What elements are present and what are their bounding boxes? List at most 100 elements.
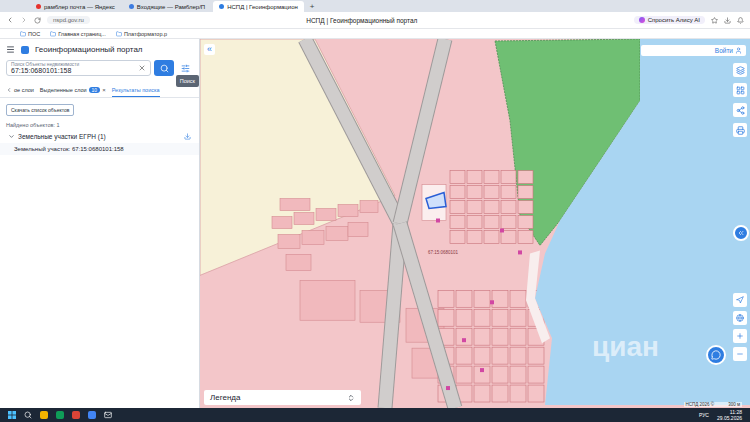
parcel[interactable] [474,347,490,364]
parcel[interactable] [467,216,482,229]
app-icon[interactable] [88,411,96,419]
parcel[interactable] [422,185,446,221]
chat-button[interactable] [706,345,726,365]
parcel[interactable] [484,216,499,229]
parcel[interactable] [501,186,516,199]
parcel[interactable] [510,290,526,307]
download-icon[interactable] [184,133,191,140]
parcel[interactable] [518,171,533,184]
url-field[interactable]: nspd.gov.ru [47,16,90,24]
parcel[interactable] [484,171,499,184]
search-icon[interactable] [24,411,32,419]
search-value[interactable]: 67:15:0680101:158 [11,67,138,74]
selected-parcel[interactable] [426,193,446,209]
parcel[interactable] [518,216,533,229]
parcel[interactable] [450,216,465,229]
locate-button[interactable] [733,293,747,307]
parcel[interactable] [456,347,472,364]
parcel[interactable] [492,309,508,326]
parcel[interactable] [338,205,358,217]
parcel[interactable] [286,254,311,270]
parcel[interactable] [456,328,472,345]
forward-icon[interactable] [20,16,28,24]
parcel[interactable] [510,347,526,364]
language-indicator[interactable]: РУС [699,412,709,418]
explorer-icon[interactable] [40,411,48,419]
app-icon[interactable] [56,411,64,419]
new-tab-button[interactable]: + [306,1,319,12]
bookmark[interactable]: Платформатор.р [116,31,167,37]
parcel[interactable] [450,186,465,199]
mail-icon[interactable] [104,411,112,419]
parcel[interactable] [456,309,472,326]
parcel[interactable] [456,366,472,383]
menu-icon[interactable] [6,45,15,54]
globe-button[interactable] [733,311,747,325]
legend-dropdown[interactable]: Легенда [204,390,361,405]
parcel[interactable] [528,385,544,402]
parcel[interactable] [294,213,314,225]
parcel[interactable] [492,328,508,345]
search-button[interactable] [154,60,174,76]
parcel[interactable] [474,385,490,402]
parcel[interactable] [474,366,490,383]
bookmark[interactable]: Главная страниц... [50,31,106,37]
side-toggle-button[interactable] [733,225,749,241]
parcel[interactable] [438,309,454,326]
parcel[interactable] [456,290,472,307]
parcel[interactable] [278,234,300,248]
parcel[interactable] [474,290,490,307]
parcel[interactable] [450,171,465,184]
collapse-panel-button[interactable]: « [204,44,215,55]
bookmark[interactable]: ПОС [20,31,40,37]
bookmark-icon[interactable] [711,17,718,24]
parcel[interactable] [467,230,482,243]
parcel[interactable] [474,328,490,345]
parcel[interactable] [360,201,378,213]
login-button[interactable]: Войти [641,45,746,56]
layers-button[interactable] [733,63,747,77]
parcel[interactable] [467,171,482,184]
parcel[interactable] [450,201,465,214]
reload-icon[interactable] [34,17,41,24]
parcel[interactable] [316,209,336,221]
panel-tab[interactable]: Результаты поиска [112,84,160,97]
parcel[interactable] [528,347,544,364]
tab-close[interactable]: × [102,87,106,93]
assistant-button[interactable]: Спросить Алису AI [634,16,705,24]
map[interactable]: 67:15:0680101«ВойтицианЛегендаНСПД 2026 … [200,39,750,408]
parcel[interactable] [438,290,454,307]
notifications-icon[interactable] [737,17,744,24]
parcel[interactable] [518,186,533,199]
panel-tab[interactable]: Выделенные слои10× [40,84,106,97]
parcel[interactable] [326,226,348,240]
parcel[interactable] [528,366,544,383]
parcel[interactable] [302,230,324,244]
parcel[interactable] [280,199,310,211]
parcel[interactable] [492,290,508,307]
downloads-icon[interactable] [724,17,731,24]
parcel[interactable] [510,366,526,383]
back-icon[interactable] [6,16,14,24]
parcel[interactable] [450,230,465,243]
parcel[interactable] [510,328,526,345]
map-canvas[interactable]: 67:15:0680101 [200,39,750,408]
parcel[interactable] [300,280,355,320]
parcel[interactable] [492,347,508,364]
parcel[interactable] [467,201,482,214]
zoom-out-button[interactable] [733,347,747,361]
parcel[interactable] [272,217,292,229]
parcel[interactable] [501,216,516,229]
parcel[interactable] [492,385,508,402]
result-item[interactable]: Земельный участок: 67:15:0680101:158 [0,143,199,155]
parcel[interactable] [474,309,490,326]
parcel[interactable] [510,385,526,402]
parcel[interactable] [484,186,499,199]
parcel[interactable] [510,309,526,326]
browser-tab[interactable]: Входящие — Рамблер/П [123,1,211,12]
parcel[interactable] [501,201,516,214]
parcel[interactable] [501,171,516,184]
parcel[interactable] [467,186,482,199]
browser-tab[interactable]: рамблер почта — Яндекс [30,1,121,12]
filter-button[interactable]: Поиск [177,60,193,76]
